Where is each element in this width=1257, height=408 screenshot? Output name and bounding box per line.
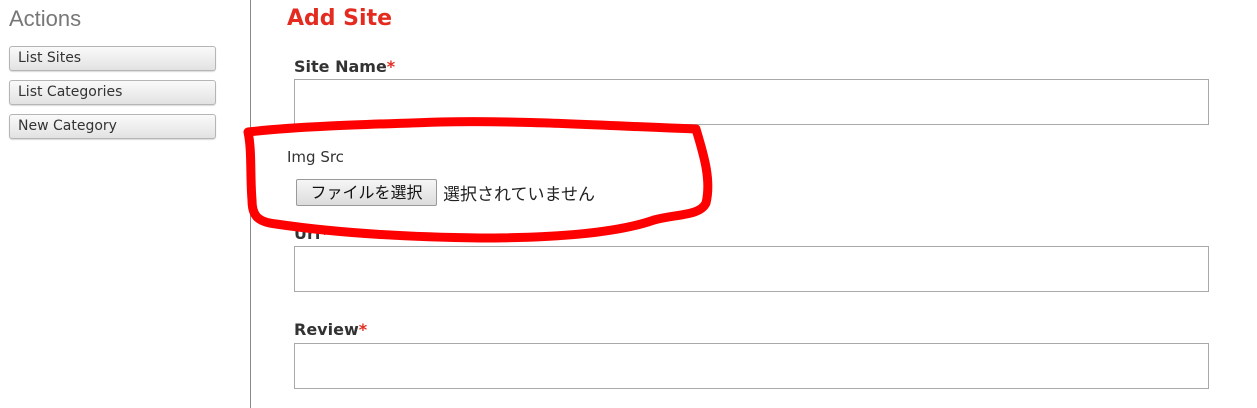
review-label-text: Review [294,320,359,339]
file-select-button[interactable]: ファイルを選択 [296,179,437,206]
file-status-text: 選択されていません [443,185,595,205]
required-marker: * [358,320,368,339]
sidebar-title: Actions [9,6,82,31]
list-categories-button[interactable]: List Categories [9,80,216,105]
url-label-text: Url [294,224,321,243]
img-src-label: Img Src [287,148,344,166]
review-label: Review* [294,320,367,339]
main-content: Add Site Site Name* Img Src ファイルを選択 選択され… [251,0,1257,408]
url-label: Url* [294,224,329,243]
required-marker: * [386,57,396,76]
required-marker: * [320,224,329,243]
new-category-button[interactable]: New Category [9,114,216,139]
site-name-label: Site Name* [294,57,395,76]
page-title: Add Site [287,6,393,31]
sidebar: Actions List Sites List Categories New C… [0,0,251,408]
site-name-input[interactable] [294,79,1209,125]
url-input[interactable] [294,246,1209,292]
review-textarea[interactable] [294,343,1209,389]
list-sites-button[interactable]: List Sites [9,46,216,71]
site-name-label-text: Site Name [294,57,387,76]
